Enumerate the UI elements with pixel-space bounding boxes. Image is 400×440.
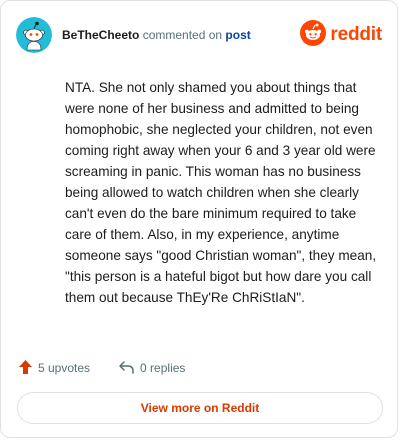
comment-body: NTA. She not only shamed you about thing… [65,80,377,305]
upvote-stat[interactable]: 5 upvotes [18,359,90,378]
reddit-wordmark: reddit [330,24,382,45]
reply-arrow-icon [118,359,135,378]
username-link[interactable]: BeTheCheeto [62,28,139,42]
view-more-button[interactable]: View more on Reddit [17,392,383,424]
comment-embed-card: BeTheCheeto commented on post reddit NTA… [0,0,398,438]
reply-stat[interactable]: 0 replies [118,359,185,378]
upvote-arrow-icon [18,359,33,378]
reddit-brand[interactable]: reddit [300,19,382,51]
reply-count: 0 replies [140,361,186,375]
post-link[interactable]: post [225,28,250,42]
reddit-logo-icon [300,19,327,51]
byline: BeTheCheeto commented on post [62,28,251,42]
action-text: commented on [142,28,223,42]
comment-header: BeTheCheeto commented on post reddit [16,15,382,55]
upvote-count: 5 upvotes [38,361,91,375]
snoo-avatar-icon[interactable] [16,17,52,53]
comment-stats: 5 upvotes 0 replies [18,357,185,379]
